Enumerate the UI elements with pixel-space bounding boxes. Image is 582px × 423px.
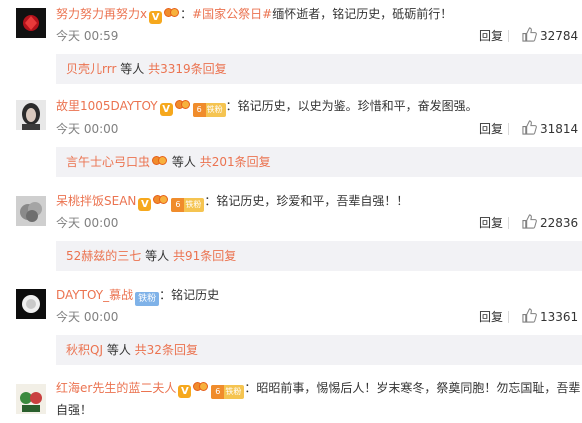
member-badge-icon — [193, 380, 209, 394]
reply-button[interactable]: 回复 — [479, 28, 503, 44]
sub-reply-user[interactable]: 秋积QJ — [66, 343, 103, 357]
sub-reply-box[interactable]: 秋积QJ 等人 共32条回复 — [56, 335, 582, 365]
sub-reply-box[interactable]: 52赫兹的三七 等人 共91条回复 — [56, 241, 582, 271]
username-link[interactable]: 故里1005DAYTOY — [56, 99, 158, 113]
sub-reply-count[interactable]: 共32条回复 — [135, 343, 198, 357]
divider — [508, 123, 509, 135]
verified-icon: V — [178, 385, 192, 398]
comment-time: 今天 00:59 — [56, 29, 119, 43]
comment-text: 缅怀逝者，铭记历史，砥砺前行！ — [272, 7, 453, 21]
sub-reply-count[interactable]: 共201条回复 — [200, 155, 271, 169]
comment-time: 今天 00:00 — [56, 122, 119, 136]
verified-icon: V — [138, 198, 152, 211]
reply-button[interactable]: 回复 — [479, 309, 503, 325]
divider — [508, 311, 509, 323]
like-icon[interactable] — [522, 27, 537, 42]
sub-reply-count[interactable]: 共91条回复 — [173, 249, 236, 263]
fan-badge: 铁粉 — [135, 292, 160, 306]
like-count: 22836 — [540, 216, 579, 230]
reply-button[interactable]: 回复 — [479, 121, 503, 137]
sub-reply-user[interactable]: 52赫兹的三七 — [66, 249, 141, 263]
avatar[interactable] — [16, 289, 46, 319]
member-badge-icon — [152, 154, 168, 168]
like-count: 31814 — [540, 122, 579, 136]
username-link[interactable]: 呆桃拌饭SEAN — [56, 194, 136, 208]
fan-badge: 6 铁粉 — [211, 385, 245, 399]
member-badge-icon — [164, 6, 180, 20]
fan-badge: 6 铁粉 — [171, 198, 205, 212]
sub-reply-user[interactable]: 言午士心弓口虫 — [66, 155, 150, 169]
comment-text: ：铭记历史，珍爱和平，吾辈自强！！ — [204, 194, 409, 208]
like-icon[interactable] — [522, 308, 537, 323]
username-link[interactable]: 努力努力再努力x — [56, 7, 147, 21]
divider — [508, 217, 509, 229]
comment-time: 今天 00:00 — [56, 216, 119, 230]
comment-text: ：铭记历史，以史为鉴。珍惜和平，奋发图强。 — [225, 99, 478, 113]
avatar[interactable] — [16, 196, 46, 226]
comment-text: ：铭记历史 — [159, 288, 220, 302]
verified-icon: V — [149, 11, 163, 24]
member-badge-icon — [153, 193, 169, 207]
like-icon[interactable] — [522, 214, 537, 229]
avatar[interactable] — [16, 8, 46, 38]
avatar[interactable] — [16, 100, 46, 130]
comment-text-continued: 自强！ — [56, 403, 93, 417]
like-count: 13361 — [540, 310, 579, 324]
username-link[interactable]: DAYTOY_慕战 — [56, 288, 133, 302]
comment-text: ：昭昭前事，惕惕后人！岁末寒冬，祭奠同胞！勿忘国耻，吾辈 — [244, 381, 581, 395]
avatar[interactable] — [16, 384, 46, 414]
sub-reply-count[interactable]: 共3319条回复 — [148, 62, 227, 76]
sub-reply-people: 等人 — [120, 62, 145, 76]
sub-reply-box[interactable]: 言午士心弓口虫 等人 共201条回复 — [56, 147, 582, 177]
like-count: 32784 — [540, 29, 579, 43]
sub-reply-user[interactable]: 贝壳儿rrr — [66, 62, 116, 76]
verified-icon: V — [159, 103, 173, 116]
member-badge-icon — [174, 98, 191, 112]
divider — [508, 30, 509, 42]
fan-badge: 6 铁粉 — [192, 103, 226, 117]
sub-reply-people: 等人 — [145, 249, 170, 263]
username-link[interactable]: 红海er先生的蓝二夫人 — [56, 381, 176, 395]
sub-reply-people: 等人 — [171, 155, 196, 169]
sub-reply-people: 等人 — [106, 343, 131, 357]
comment-time: 今天 00:00 — [56, 310, 119, 324]
reply-button[interactable]: 回复 — [479, 215, 503, 231]
sub-reply-box[interactable]: 贝壳儿rrr 等人 共3319条回复 — [56, 54, 582, 84]
like-icon[interactable] — [522, 120, 537, 135]
topic-link[interactable]: #国家公祭日# — [192, 7, 272, 21]
